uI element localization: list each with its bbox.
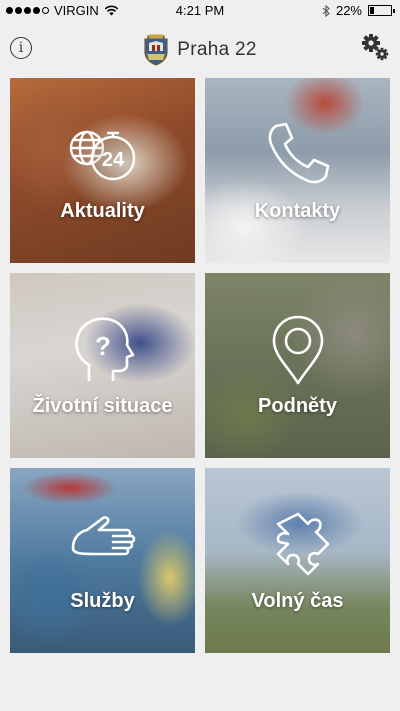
puzzle-icon: [276, 512, 329, 576]
battery-icon: [368, 5, 395, 16]
svg-text:24: 24: [101, 149, 124, 171]
tile-label: Volný čas: [251, 590, 344, 612]
tile-label: Služby: [70, 590, 135, 612]
gear-icon[interactable]: [360, 32, 390, 62]
coat-of-arms-icon: [144, 34, 168, 66]
phone-icon: [268, 122, 329, 184]
hand-icon: [71, 516, 135, 556]
tile-podnety[interactable]: Podněty: [205, 273, 390, 458]
tile-label: Životní situace: [32, 395, 173, 417]
globe-24h-icon: 24: [69, 130, 135, 181]
map-pin-icon: [272, 315, 323, 385]
tile-label: Podněty: [258, 395, 337, 417]
battery-percent: 22%: [335, 3, 362, 18]
tile-volny-cas[interactable]: Volný čas: [205, 468, 390, 653]
page-title: Praha 22: [177, 39, 257, 60]
status-right: 22%: [322, 3, 395, 18]
nav-title-group: Praha 22: [0, 34, 400, 66]
tile-kontakty[interactable]: Kontakty: [205, 78, 390, 263]
tile-sluzby[interactable]: Služby: [10, 468, 195, 653]
tile-label: Kontakty: [254, 200, 341, 222]
bluetooth-icon: [322, 4, 330, 17]
tile-aktuality[interactable]: 24 Aktuality: [10, 78, 195, 263]
head-question-icon: ?: [74, 317, 134, 381]
nav-bar: i Praha 22: [0, 22, 400, 72]
svg-text:?: ?: [95, 331, 111, 361]
tile-label: Aktuality: [60, 200, 145, 222]
tile-zivotni-situace[interactable]: ? Životní situace: [10, 273, 195, 458]
status-bar: VIRGIN 4:21 PM 22%: [0, 0, 400, 22]
